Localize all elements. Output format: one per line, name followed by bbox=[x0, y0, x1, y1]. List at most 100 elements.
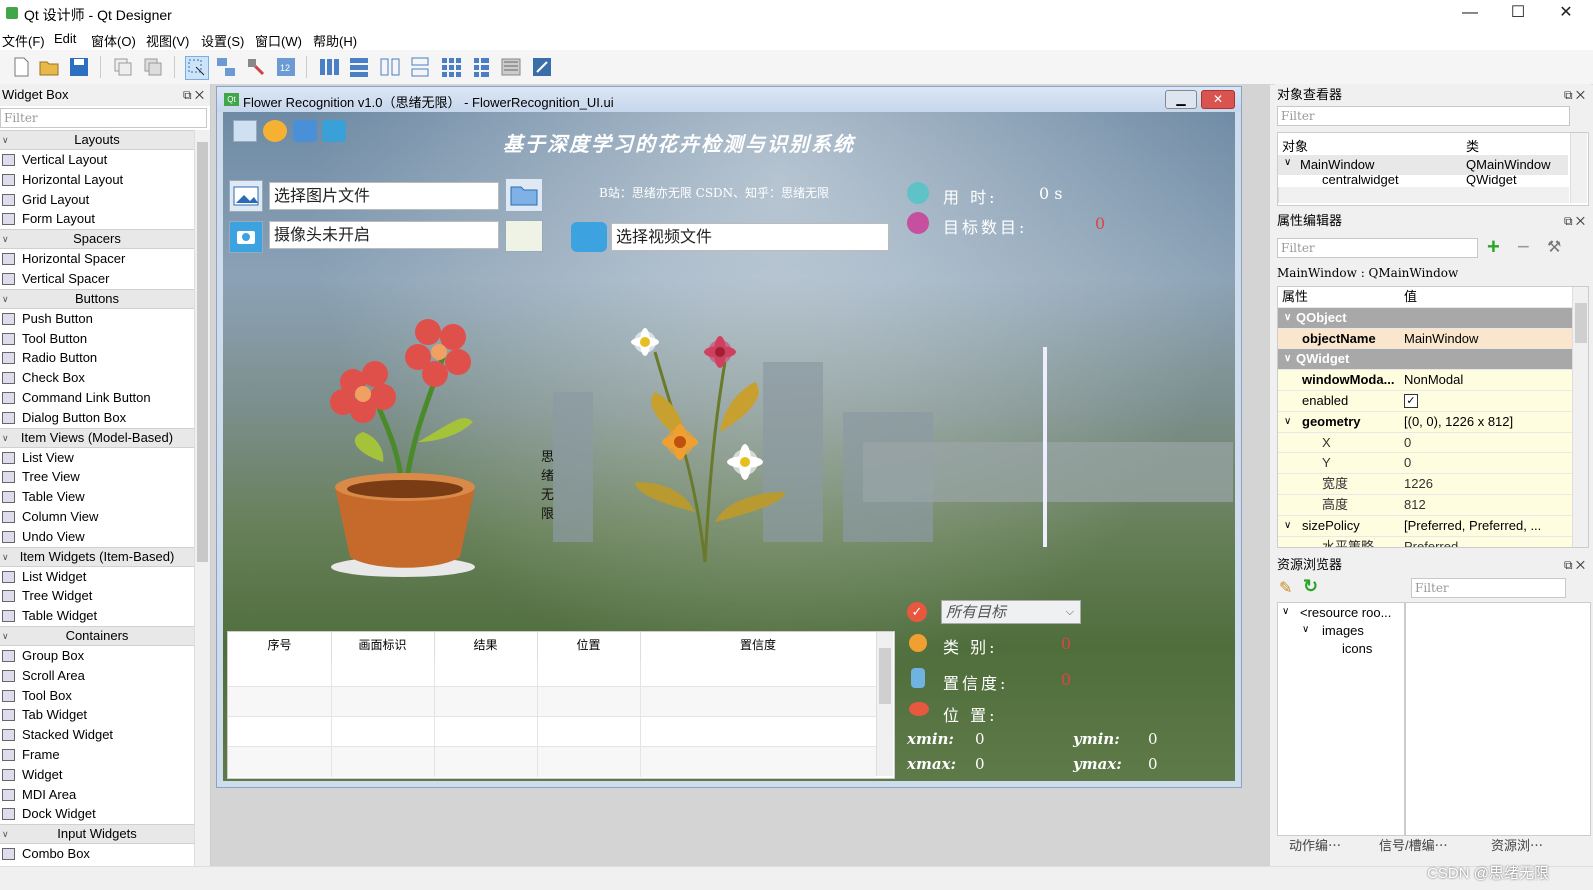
widget-item[interactable]: Horizontal Layout bbox=[0, 170, 194, 190]
scrollbar-thumb[interactable] bbox=[197, 142, 208, 562]
widget-box-scrollbar[interactable] bbox=[194, 130, 210, 866]
widget-category[interactable]: ∨ Buttons bbox=[0, 288, 194, 309]
property-value[interactable]: 1226 bbox=[1404, 474, 1554, 494]
property-row[interactable]: 水平策略 Preferred bbox=[1278, 536, 1588, 547]
resource-filter[interactable]: Filter bbox=[1411, 578, 1566, 598]
table-row[interactable] bbox=[228, 686, 876, 717]
menu-settings[interactable]: 设置(S) bbox=[201, 31, 244, 50]
widget-category[interactable]: ∨ Input Widgets bbox=[0, 824, 194, 845]
results-table[interactable]: 序号 画面标识 结果 位置 置信度 bbox=[227, 631, 895, 779]
camera-icon[interactable] bbox=[229, 221, 263, 253]
form-window[interactable]: Qt Flower Recognition v1.0（思绪无限） - Flowe… bbox=[216, 86, 1242, 788]
form-close-button[interactable]: ✕ bbox=[1201, 90, 1235, 109]
expand-arrow-icon[interactable]: ∨ bbox=[2, 429, 9, 447]
table-row[interactable] bbox=[228, 716, 876, 747]
widget-item[interactable]: Dialog Button Box bbox=[0, 408, 194, 428]
widget-category[interactable]: ∨ Spacers bbox=[0, 229, 194, 250]
widget-item[interactable]: Grid Layout bbox=[0, 190, 194, 210]
image-path-field[interactable]: 选择图片文件 bbox=[269, 182, 499, 210]
tree-row-mainwindow[interactable]: ∨ MainWindow QMainWindow bbox=[1278, 155, 1568, 175]
layout-vertical-icon[interactable] bbox=[348, 56, 370, 78]
expand-arrow-icon[interactable]: ∨ bbox=[2, 548, 9, 566]
add-property-icon[interactable]: + bbox=[1487, 234, 1500, 260]
widget-item[interactable]: Table Widget bbox=[0, 606, 194, 626]
widget-item[interactable]: Tool Button bbox=[0, 329, 194, 349]
property-row[interactable]: 高度 812 bbox=[1278, 494, 1588, 516]
property-value[interactable]: MainWindow bbox=[1404, 329, 1554, 349]
expand-arrow-icon[interactable]: ∨ bbox=[2, 131, 9, 149]
widget-category[interactable]: ∨ Layouts bbox=[0, 130, 194, 150]
enabled-checkbox[interactable]: ✓ bbox=[1404, 393, 1418, 408]
widget-category[interactable]: ∨ Item Views (Model-Based) bbox=[0, 427, 194, 448]
table-row[interactable] bbox=[228, 746, 876, 777]
widget-item[interactable]: Command Link Button bbox=[0, 388, 194, 408]
configure-wrench-icon[interactable]: ⚒ bbox=[1547, 237, 1561, 257]
tab-action-editor[interactable]: 动作编⋯ bbox=[1289, 835, 1341, 854]
widget-item[interactable]: Table View bbox=[0, 487, 194, 507]
widget-item[interactable]: Form Layout bbox=[0, 209, 194, 229]
widget-item[interactable]: Widget bbox=[0, 765, 194, 785]
property-row[interactable]: QObject ∨ bbox=[1278, 307, 1588, 329]
resource-icons[interactable]: icons bbox=[1342, 641, 1372, 656]
property-row[interactable]: geometry ∨ [(0, 0), 1226 x 812] bbox=[1278, 411, 1588, 433]
form-minimize-button[interactable]: ▁ bbox=[1165, 90, 1197, 109]
tree-row-centralwidget[interactable]: centralwidget QWidget bbox=[1278, 175, 1568, 187]
expand-arrow-icon[interactable]: ∨ bbox=[1284, 412, 1291, 432]
menu-file[interactable]: 文件(F) bbox=[2, 31, 45, 50]
reload-icon[interactable]: ↻ bbox=[1303, 576, 1318, 597]
resource-view[interactable] bbox=[1405, 602, 1591, 836]
property-row[interactable]: Y0 bbox=[1278, 453, 1588, 475]
property-table[interactable]: 属性 值 QObject ∨ objectName MainWindow QWidget… bbox=[1277, 286, 1589, 548]
scrollbar-thumb[interactable] bbox=[879, 648, 891, 704]
expand-arrow-icon[interactable]: ∨ bbox=[1302, 624, 1309, 635]
widget-item[interactable]: Undo View bbox=[0, 527, 194, 547]
widget-item[interactable]: Tree View bbox=[0, 467, 194, 487]
layout-splitter-h-icon[interactable] bbox=[379, 56, 401, 78]
open-folder-button[interactable] bbox=[505, 178, 543, 212]
tab-resource-browser[interactable]: 资源浏⋯ bbox=[1491, 835, 1543, 854]
property-value[interactable]: [Preferred, Preferred, ... bbox=[1404, 516, 1554, 536]
property-scrollbar[interactable] bbox=[1572, 287, 1588, 547]
property-row[interactable]: X0 bbox=[1278, 432, 1588, 454]
expand-arrow-icon[interactable]: ∨ bbox=[1284, 308, 1291, 328]
property-row[interactable]: windowModa... NonModal bbox=[1278, 370, 1588, 391]
model-select-icon[interactable] bbox=[505, 220, 543, 252]
edit-tab-order-icon[interactable]: 12 bbox=[275, 56, 297, 78]
widget-category[interactable]: ∨ Item Widgets (Item-Based) bbox=[0, 546, 194, 567]
new-file-icon[interactable] bbox=[10, 56, 32, 78]
table-header[interactable]: 位置 bbox=[537, 632, 641, 662]
dock-float-close-icon[interactable]: ⧉ ✕ bbox=[183, 84, 204, 106]
resource-tree[interactable]: ∨ <resource roo... ∨ images icons bbox=[1277, 602, 1405, 836]
property-row[interactable]: sizePolicy ∨ [Preferred, Preferred, ... bbox=[1278, 515, 1588, 537]
table-header[interactable]: 结果 bbox=[434, 632, 538, 662]
dock-float-close-icon[interactable]: ⧉ ✕ bbox=[1564, 210, 1585, 232]
layout-form-icon[interactable] bbox=[470, 56, 492, 78]
widget-item[interactable]: Scroll Area bbox=[0, 666, 194, 686]
image-file-icon[interactable] bbox=[229, 180, 263, 212]
property-filter[interactable]: Filter bbox=[1277, 238, 1478, 258]
property-value[interactable]: 812 bbox=[1404, 495, 1554, 515]
widget-item[interactable]: MDI Area bbox=[0, 785, 194, 805]
menu-view[interactable]: 视图(V) bbox=[146, 31, 189, 50]
open-folder-icon[interactable] bbox=[38, 56, 60, 78]
menu-window[interactable]: 窗口(W) bbox=[255, 31, 302, 50]
expand-arrow-icon[interactable]: ∨ bbox=[2, 627, 9, 645]
object-tree-hscrollbar[interactable] bbox=[1278, 187, 1569, 203]
copy-icon[interactable] bbox=[112, 56, 134, 78]
property-row[interactable]: objectName MainWindow bbox=[1278, 328, 1588, 350]
object-inspector-filter[interactable]: Filter bbox=[1277, 106, 1570, 126]
widget-item[interactable]: Check Box bbox=[0, 368, 194, 388]
layout-grid-icon[interactable] bbox=[440, 56, 462, 78]
save-result-icon[interactable] bbox=[233, 120, 257, 142]
expand-arrow-icon[interactable]: ∨ bbox=[1282, 606, 1289, 617]
target-filter-combo[interactable]: 所有目标 ⌵ bbox=[941, 600, 1081, 624]
dock-float-close-icon[interactable]: ⧉ ✕ bbox=[1564, 84, 1585, 106]
expand-arrow-icon[interactable]: ∨ bbox=[1284, 349, 1291, 369]
table-scrollbar[interactable] bbox=[876, 632, 893, 776]
paste-icon[interactable] bbox=[142, 56, 164, 78]
widget-item[interactable]: Vertical Layout bbox=[0, 150, 194, 170]
widget-item[interactable]: Tree Widget bbox=[0, 586, 194, 606]
expand-arrow-icon[interactable]: ∨ bbox=[1284, 516, 1291, 536]
menu-edit[interactable]: Edit bbox=[54, 31, 76, 46]
remove-property-icon[interactable]: − bbox=[1517, 234, 1530, 260]
